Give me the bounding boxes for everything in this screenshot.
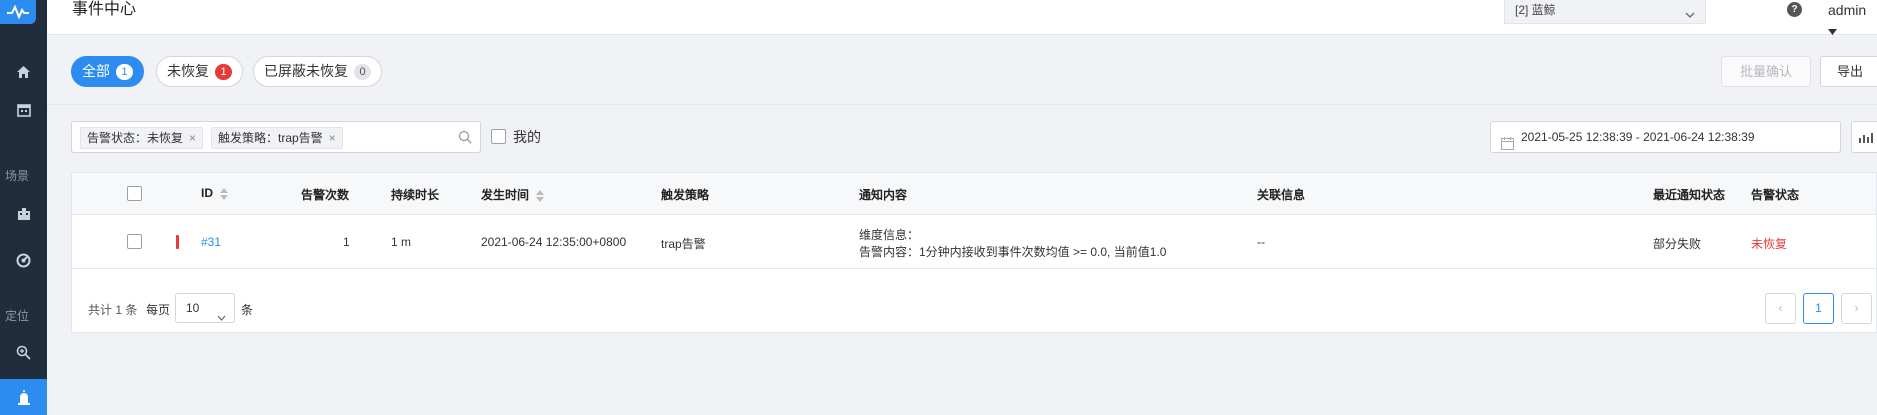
mine-checkbox[interactable] — [491, 129, 506, 144]
time-cell: 2021-06-24 12:35:00+0800 — [481, 235, 627, 249]
chevron-down-icon — [1685, 4, 1695, 24]
close-icon[interactable]: × — [329, 131, 336, 145]
count-badge: 1 — [215, 63, 232, 80]
user-name: admin — [1828, 2, 1867, 18]
caret-down-icon — [1828, 29, 1837, 35]
column-header-time[interactable]: 发生时间 — [481, 186, 545, 203]
home-icon[interactable] — [0, 61, 47, 83]
table-header: ID 告警次数 持续时长 发生时间 触发策略 通知内容 关联信息 最近通知状态 … — [72, 173, 1876, 215]
notify-status-cell: 部分失败 — [1653, 237, 1702, 251]
per-page-label: 每页 — [146, 303, 171, 317]
sort-icon[interactable] — [536, 189, 545, 202]
calendar-icon — [1501, 131, 1514, 161]
notice-dimension-line: 维度信息： — [859, 228, 920, 242]
severity-indicator — [176, 235, 179, 249]
column-header-label: ID — [201, 186, 213, 200]
count-badge: 1 — [116, 63, 133, 80]
filter-tag-strategy[interactable]: 触发策略：trap告警 × — [211, 127, 343, 149]
tab-shielded-unrecovered[interactable]: 已屏蔽未恢复 0 — [253, 56, 382, 87]
sidebar-section-locate: 定位 — [4, 309, 29, 323]
duration-cell: 1 m — [391, 235, 412, 249]
zoom-search-icon[interactable] — [0, 341, 47, 363]
page-title: 事件中心 — [72, 1, 137, 18]
page-size-value: 10 — [186, 301, 200, 315]
page-1-button[interactable]: 1 — [1803, 293, 1834, 324]
page-size-select[interactable]: 10 — [175, 293, 235, 323]
building-icon[interactable] — [0, 203, 47, 225]
sidebar: 场景 定位 — [0, 0, 47, 415]
close-icon[interactable]: × — [189, 131, 196, 145]
notice-content-line: 告警内容：1分钟内接收到事件次数均值 >= 0.0, 当前值1.0 — [859, 245, 1167, 259]
per-page-unit: 条 — [241, 303, 254, 317]
strategy-cell: trap告警 — [661, 237, 706, 251]
filter-input[interactable]: 告警状态：未恢复 × 触发策略：trap告警 × — [71, 121, 481, 153]
divider — [47, 104, 1877, 105]
row-checkbox[interactable] — [127, 234, 142, 249]
sidebar-section-scene: 场景 — [4, 169, 29, 183]
app-logo[interactable] — [0, 0, 36, 24]
user-menu[interactable]: admin — [1828, 0, 1877, 40]
filter-tag-label: 触发策略：trap告警 — [218, 131, 323, 145]
sort-icon[interactable] — [220, 187, 229, 200]
tab-label: 已屏蔽未恢复 — [264, 63, 348, 79]
help-icon[interactable]: ? — [1787, 2, 1802, 17]
column-header-label: 发生时间 — [481, 188, 530, 202]
table-row[interactable]: #31 1 1 m 2021-06-24 12:35:00+0800 trap告… — [72, 215, 1876, 269]
dashboard-icon[interactable] — [0, 249, 47, 271]
select-all-checkbox[interactable] — [127, 186, 142, 201]
filter-tag-label: 告警状态：未恢复 — [87, 131, 184, 145]
column-header-duration: 持续时长 — [391, 188, 440, 202]
column-header-alert-status: 告警状态 — [1751, 188, 1800, 202]
date-range-value: 2021-05-25 12:38:39 - 2021-06-24 12:38:3… — [1521, 130, 1755, 144]
column-header-alert-count: 告警次数 — [301, 188, 350, 202]
sidebar-item-event-center[interactable] — [0, 379, 47, 415]
top-header: 事件中心 [2] 蓝鲸 ? admin — [47, 0, 1877, 35]
mine-label: 我的 — [513, 129, 541, 145]
column-header-related: 关联信息 — [1257, 188, 1306, 202]
chart-icon — [1859, 133, 1873, 143]
alert-count-cell: 1 — [343, 235, 350, 249]
event-table: ID 告警次数 持续时长 发生时间 触发策略 通知内容 关联信息 最近通知状态 … — [71, 172, 1877, 333]
total-count: 共计 1 条 — [88, 303, 138, 317]
related-cell: -- — [1257, 235, 1265, 249]
alarm-icon — [17, 390, 30, 405]
search-icon[interactable] — [458, 130, 472, 147]
column-header-strategy: 触发策略 — [661, 188, 710, 202]
count-badge: 0 — [354, 63, 371, 80]
chart-toggle-button[interactable] — [1851, 121, 1877, 153]
batch-confirm-button[interactable]: 批量确认 — [1721, 56, 1811, 87]
column-header-notify-status: 最近通知状态 — [1653, 188, 1726, 202]
date-range-picker[interactable]: 2021-05-25 12:38:39 - 2021-06-24 12:38:3… — [1490, 121, 1841, 153]
tenant-select-value: [2] 蓝鲸 — [1515, 3, 1556, 17]
filter-tag-status[interactable]: 告警状态：未恢复 × — [80, 127, 204, 149]
tab-label: 未恢复 — [167, 63, 209, 79]
tab-unrecovered[interactable]: 未恢复 1 — [156, 56, 243, 87]
tab-label: 全部 — [82, 63, 110, 79]
tenant-select[interactable]: [2] 蓝鲸 — [1504, 0, 1706, 24]
export-button[interactable]: 导出 — [1820, 56, 1877, 87]
event-id-link[interactable]: #31 — [201, 235, 221, 249]
column-header-id[interactable]: ID — [201, 186, 229, 200]
prev-page-button[interactable]: ‹ — [1765, 293, 1796, 324]
calendar-icon[interactable] — [0, 99, 47, 121]
next-page-button[interactable]: › — [1841, 293, 1872, 324]
alert-status-cell: 未恢复 — [1751, 237, 1788, 251]
tab-all[interactable]: 全部 1 — [71, 56, 144, 87]
chevron-down-icon — [217, 303, 226, 331]
column-header-notice: 通知内容 — [859, 188, 908, 202]
